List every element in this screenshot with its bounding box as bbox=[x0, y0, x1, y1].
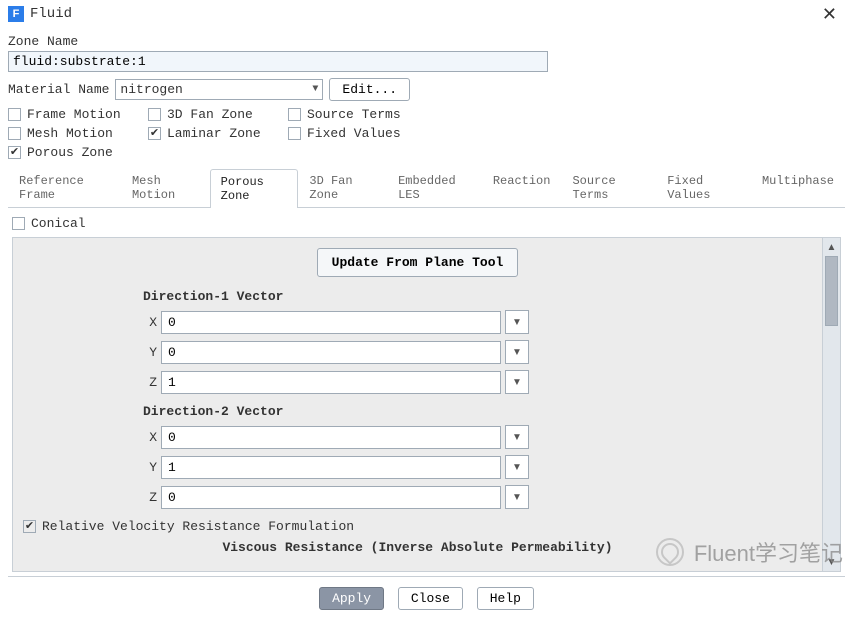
scroll-track[interactable] bbox=[823, 256, 840, 553]
close-button[interactable]: Close bbox=[398, 587, 463, 610]
tab-multiphase[interactable]: Multiphase bbox=[751, 168, 845, 207]
dir2-y-input[interactable] bbox=[161, 456, 501, 479]
mesh-motion-checkbox[interactable]: Mesh Motion bbox=[8, 126, 148, 141]
direction-2-title: Direction-2 Vector bbox=[143, 404, 812, 419]
fan-zone-checkbox[interactable]: 3D Fan Zone bbox=[148, 107, 288, 122]
tab-bar: Reference Frame Mesh Motion Porous Zone … bbox=[8, 168, 845, 208]
options-grid: Frame Motion 3D Fan Zone Source Terms Me… bbox=[8, 107, 845, 160]
title-bar: F Fluid ✕ bbox=[0, 0, 853, 28]
fixed-values-checkbox[interactable]: Fixed Values bbox=[288, 126, 428, 141]
panel-scrollbar[interactable]: ▲ ▼ bbox=[822, 238, 840, 571]
relative-velocity-checkbox[interactable]: ✔Relative Velocity Resistance Formulatio… bbox=[23, 519, 812, 534]
axis-z-label: Z bbox=[143, 375, 157, 390]
axis-x-label: X bbox=[143, 315, 157, 330]
zone-name-input[interactable] bbox=[8, 51, 548, 72]
close-icon[interactable]: ✕ bbox=[814, 4, 845, 25]
material-name-dropdown[interactable]: nitrogen ▼ bbox=[115, 79, 323, 100]
scroll-thumb[interactable] bbox=[825, 256, 838, 326]
conical-checkbox[interactable]: Conical bbox=[12, 216, 841, 231]
update-from-plane-tool-button[interactable]: Update From Plane Tool bbox=[317, 248, 519, 277]
scroll-up-icon[interactable]: ▲ bbox=[823, 238, 840, 256]
dir1-x-input[interactable] bbox=[161, 311, 501, 334]
material-name-label: Material Name bbox=[8, 82, 109, 97]
help-button[interactable]: Help bbox=[477, 587, 534, 610]
dir2-z-dropdown[interactable]: ▼ bbox=[505, 485, 529, 509]
dialog-actions: Apply Close Help bbox=[8, 576, 845, 620]
dir1-y-dropdown[interactable]: ▼ bbox=[505, 340, 529, 364]
tab-porous-zone[interactable]: Porous Zone bbox=[210, 169, 299, 208]
tab-source-terms[interactable]: Source Terms bbox=[561, 168, 656, 207]
dir2-z-input[interactable] bbox=[161, 486, 501, 509]
tab-body: Conical Update From Plane Tool Direction… bbox=[8, 208, 845, 576]
frame-motion-checkbox[interactable]: Frame Motion bbox=[8, 107, 148, 122]
watermark: Fluent学习笔记 bbox=[656, 536, 843, 568]
laminar-zone-checkbox[interactable]: ✔Laminar Zone bbox=[148, 126, 288, 141]
tab-3d-fan-zone[interactable]: 3D Fan Zone bbox=[298, 168, 387, 207]
direction-2-vector: Direction-2 Vector X▼ Y▼ Z▼ bbox=[143, 404, 812, 509]
wechat-icon bbox=[656, 538, 684, 566]
porous-zone-checkbox[interactable]: ✔Porous Zone bbox=[8, 145, 148, 160]
dir2-x-input[interactable] bbox=[161, 426, 501, 449]
edit-material-button[interactable]: Edit... bbox=[329, 78, 410, 101]
zone-name-label: Zone Name bbox=[8, 34, 845, 49]
tab-reference-frame[interactable]: Reference Frame bbox=[8, 168, 121, 207]
app-icon: F bbox=[8, 6, 24, 22]
dir1-z-dropdown[interactable]: ▼ bbox=[505, 370, 529, 394]
material-name-value: nitrogen bbox=[120, 82, 182, 97]
chevron-down-icon: ▼ bbox=[312, 84, 318, 95]
apply-button[interactable]: Apply bbox=[319, 587, 384, 610]
dir1-z-input[interactable] bbox=[161, 371, 501, 394]
porous-panel: Update From Plane Tool Direction-1 Vecto… bbox=[12, 237, 841, 572]
source-terms-checkbox[interactable]: Source Terms bbox=[288, 107, 428, 122]
tab-embedded-les[interactable]: Embedded LES bbox=[387, 168, 482, 207]
direction-1-vector: Direction-1 Vector X ▼ Y ▼ Z ▼ bbox=[143, 289, 812, 394]
tab-mesh-motion[interactable]: Mesh Motion bbox=[121, 168, 210, 207]
window-title: Fluid bbox=[30, 6, 814, 22]
direction-1-title: Direction-1 Vector bbox=[143, 289, 812, 304]
dir2-x-dropdown[interactable]: ▼ bbox=[505, 425, 529, 449]
dir2-y-dropdown[interactable]: ▼ bbox=[505, 455, 529, 479]
axis-y-label: Y bbox=[143, 345, 157, 360]
dir1-x-dropdown[interactable]: ▼ bbox=[505, 310, 529, 334]
tab-fixed-values[interactable]: Fixed Values bbox=[656, 168, 751, 207]
tab-reaction[interactable]: Reaction bbox=[482, 168, 562, 207]
watermark-text: Fluent学习笔记 bbox=[694, 536, 843, 568]
dir1-y-input[interactable] bbox=[161, 341, 501, 364]
